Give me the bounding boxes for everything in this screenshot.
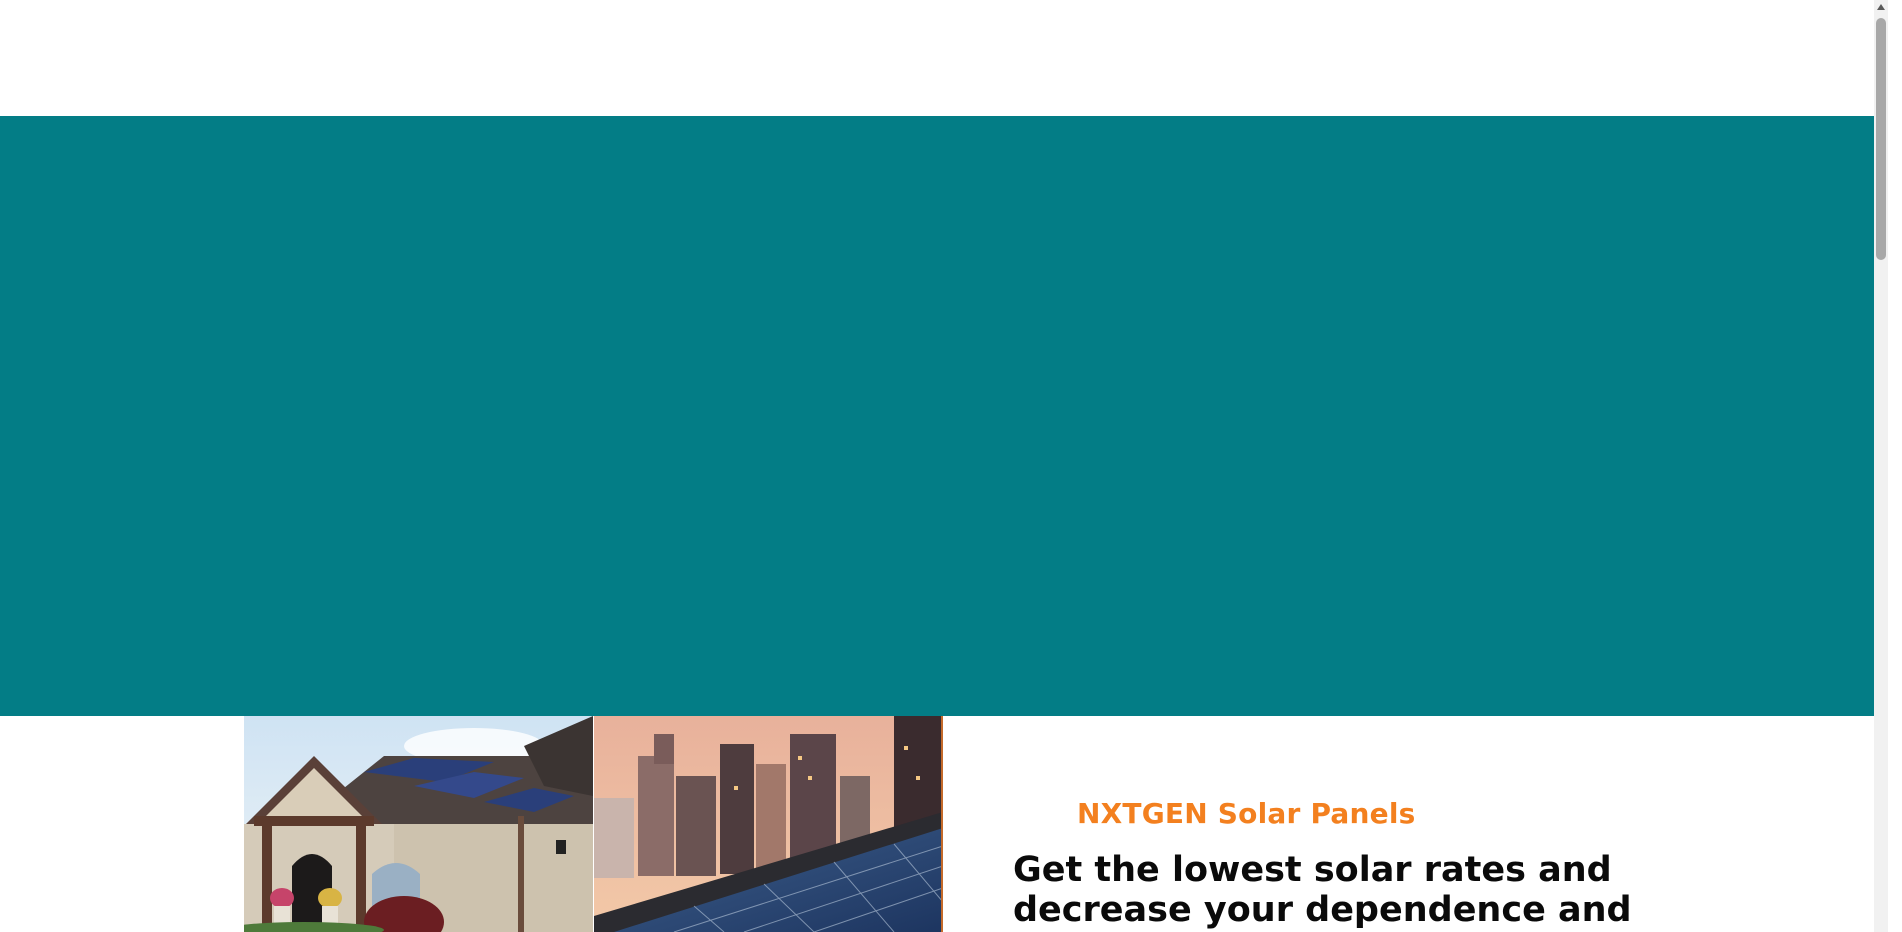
page: NXTGEN Solar Panels Get the lowest solar… [0, 0, 1888, 932]
section-headline: Get the lowest solar rates and decrease … [1013, 850, 1632, 930]
section-eyebrow: NXTGEN Solar Panels [1077, 797, 1416, 830]
site-header [0, 0, 1888, 116]
scroll-up-arrow-icon[interactable] [1877, 4, 1885, 10]
city-solar-panels-image [594, 716, 943, 932]
scrollbar-thumb[interactable] [1876, 18, 1886, 260]
house-solar-roof-image [244, 716, 593, 932]
page-scrollbar[interactable] [1874, 0, 1888, 932]
hero-banner [0, 116, 1888, 716]
